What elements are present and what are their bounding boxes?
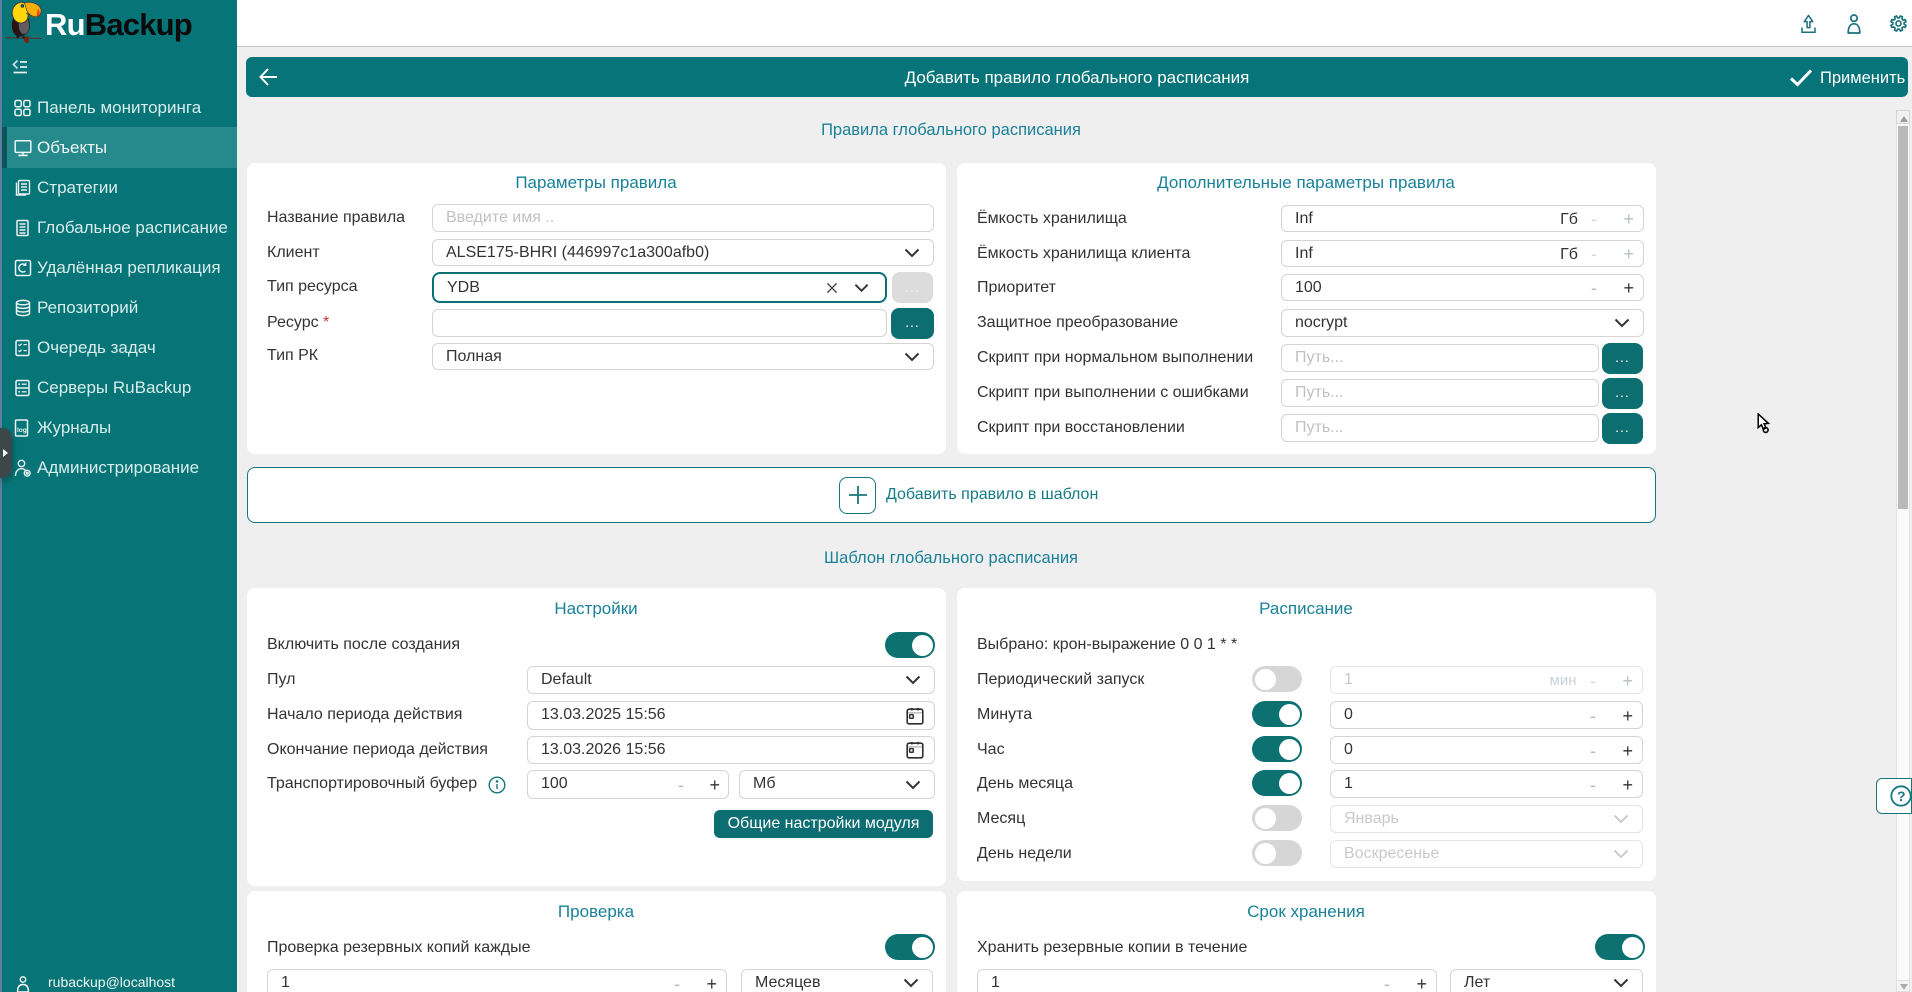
svg-text:?: ? [1897, 788, 1906, 804]
svg-text:log: log [17, 427, 27, 434]
